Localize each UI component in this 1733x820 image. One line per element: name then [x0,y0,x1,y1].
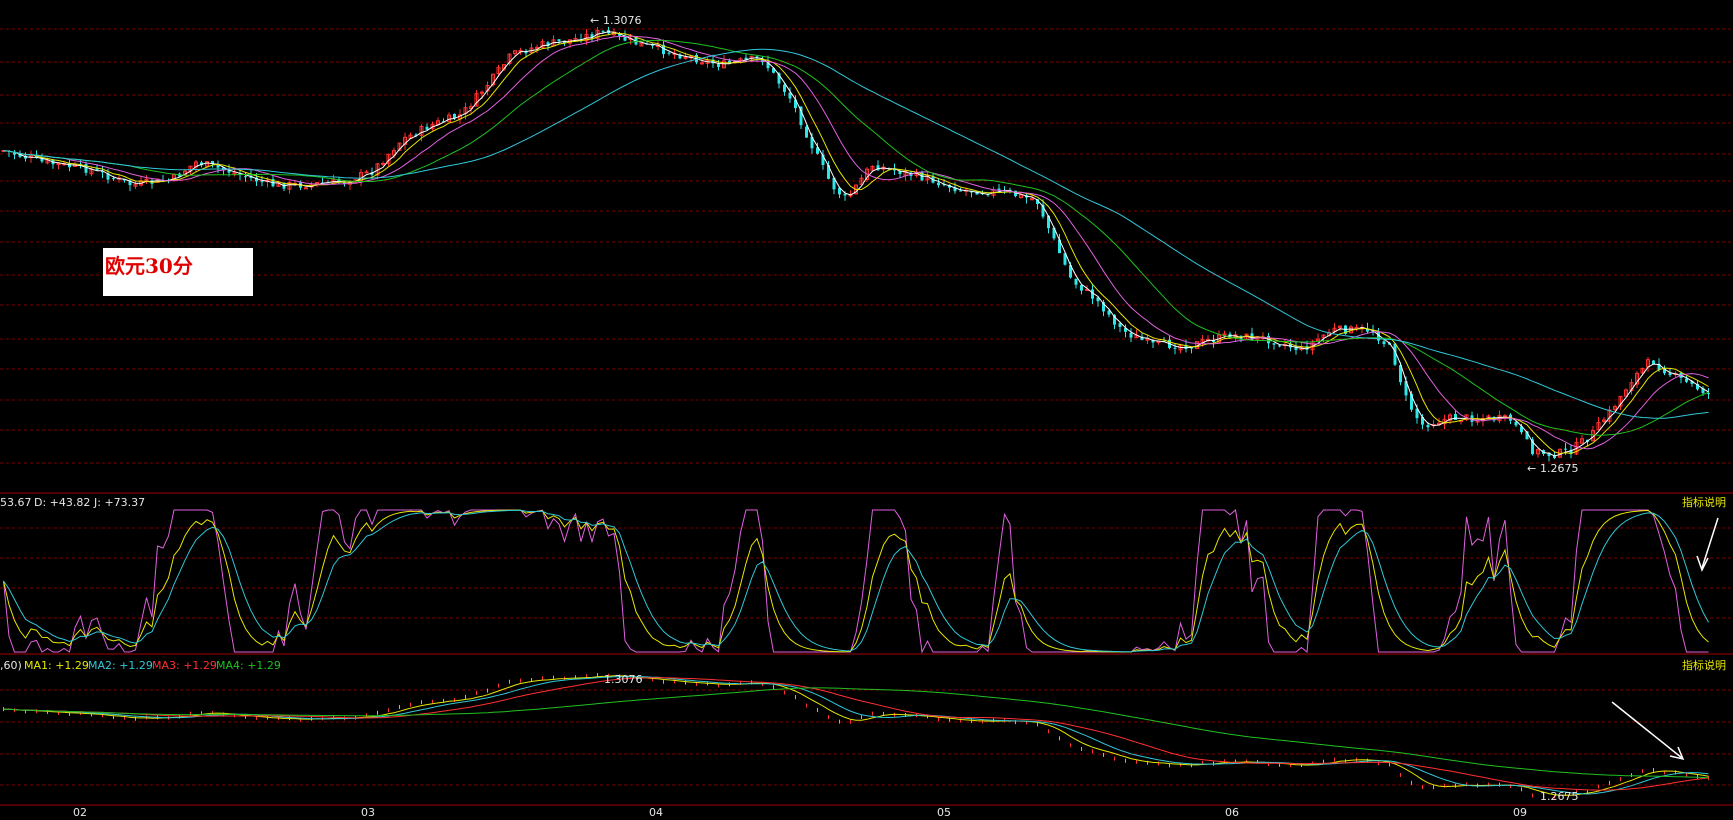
ma-high-label: 1.3076 [604,673,643,686]
kdj-j-value: J: +73.37 [93,496,145,509]
ma-panel-line [3,676,1709,795]
candle-body-up [364,171,369,174]
candle-body-up [56,163,61,166]
ma-panel-line [3,687,1709,779]
candle-body-up [1503,415,1507,418]
ma2-value: MA2: +1.29 [88,659,153,672]
candle-body-down [425,126,429,130]
x-tick-02: 02 [73,806,87,819]
price-ma-line [3,48,1709,419]
ma-indicator-note[interactable]: 指标说明 [1682,658,1726,672]
ma-panel-lines [3,672,1709,799]
candle-body-down [1074,278,1078,285]
ma-low-label: 1.2675 [1540,790,1579,803]
candle-body-down [959,190,962,192]
candle-body-down [843,193,847,196]
candle-body-up [1030,198,1034,201]
candle-body-down [1278,345,1281,347]
kdj-k-value: 53.67 [0,496,32,509]
kdj-lines [3,509,1709,654]
candle-body-down [601,30,605,32]
price-ma-line [3,32,1709,455]
candle-body-up [381,162,385,165]
ma-arrow [1611,701,1683,759]
candle-body-down [260,181,264,183]
candle-body-down [1564,448,1567,450]
price-candles [1,26,1710,462]
candle-body-down [112,178,115,180]
candle-body-down [783,84,786,92]
x-tick-09: 09 [1513,806,1527,819]
ma3-value: MA3: +1.29 [152,659,217,672]
candle-body-down [937,182,940,186]
candle-body-down [717,64,720,67]
candle-body-up [683,56,688,59]
candle-body-down [1426,424,1430,428]
x-tick-05: 05 [937,806,951,819]
candle-body-down [1685,378,1688,382]
x-tick-03: 03 [361,806,375,819]
candle-body-up [144,178,149,181]
forex-chart[interactable]: 1.3076 ← 1.2675 ← 53.67 D: +43.82 J: +73… [0,0,1733,820]
high-price-label: 1.3076 [603,14,642,27]
candle-body-up [1156,341,1161,344]
ma-params: ,60) [0,659,22,672]
x-tick-06: 06 [1225,806,1239,819]
candle-body-down [1514,421,1518,426]
candle-body-down [1173,347,1177,349]
candle-body-down [1454,414,1457,420]
candle-body-down [667,52,671,54]
kdj-arrow [1701,517,1719,569]
candle-body-down [1080,285,1083,291]
ma1-value: MA1: +1.29 [24,659,89,672]
low-arrow: ← [1527,462,1536,475]
price-ma-line [3,39,1709,436]
low-price-label: 1.2675 [1540,462,1579,475]
ma4-value: MA4: +1.29 [216,659,281,672]
candle-body-up [304,187,308,190]
candle-body-down [1272,343,1276,345]
chart-title: 欧元30分 [105,254,193,278]
panel-borders [0,492,1733,806]
kdj-indicator-note[interactable]: 指标说明 [1682,495,1726,509]
x-tick-04: 04 [649,806,663,819]
candle-body-down [805,126,808,138]
kdj-d-value: D: +43.82 [34,496,90,509]
candle-body-up [315,181,319,184]
ma-panel-line [3,677,1709,791]
chart-title-box: 欧元30分 [103,248,253,296]
candle-body-down [1382,341,1386,345]
high-arrow: ← [590,14,599,27]
ma-panel-line [3,675,1709,796]
candle-body-down [1129,332,1133,338]
candle-body-down [557,39,561,42]
candle-body-down [244,176,247,178]
candle-body-down [1668,373,1672,376]
candle-body-up [1354,326,1359,329]
